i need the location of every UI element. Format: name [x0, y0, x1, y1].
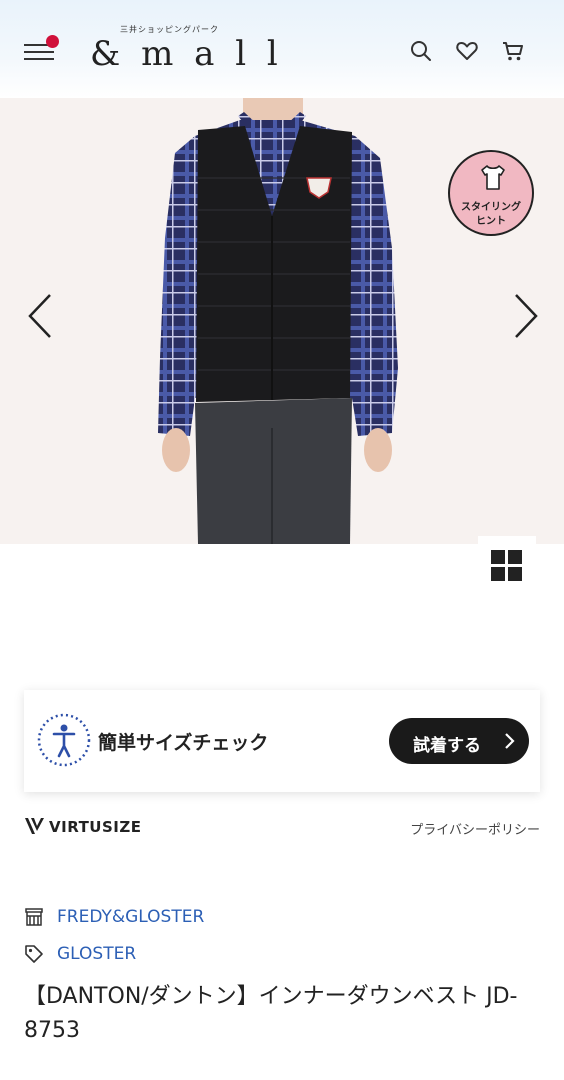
- menu-button[interactable]: [24, 35, 59, 64]
- cart-button[interactable]: [500, 38, 526, 64]
- product-title: 【DANTON/ダントン】インナーダウンベスト JD-8753: [24, 984, 518, 1043]
- tag-icon: [25, 945, 43, 963]
- next-image-button[interactable]: [510, 293, 540, 339]
- search-button[interactable]: [408, 38, 434, 64]
- menu-icon-bar: [24, 51, 54, 53]
- try-on-button[interactable]: 試着する: [389, 718, 529, 764]
- notification-dot: [46, 35, 59, 48]
- cart-icon: [503, 42, 523, 61]
- virtusize-brand: VIRTUSIZE: [49, 818, 142, 836]
- size-check-card: 簡単サイズチェック 試着する: [24, 690, 540, 792]
- shop-name: FREDY&GLOSTER: [57, 907, 205, 927]
- try-on-label: 試着する: [413, 736, 481, 756]
- shop-icon: [25, 908, 43, 926]
- styling-hint-label: ヒント: [476, 216, 506, 227]
- chevron-left-icon: [28, 294, 51, 338]
- chevron-right-icon: [515, 294, 538, 338]
- search-icon: [411, 41, 431, 61]
- heart-icon: [456, 42, 478, 60]
- site-header: 三井ショッピングパーク & m a l l: [0, 0, 564, 98]
- brand-name: GLOSTER: [57, 944, 137, 964]
- logo-text: & m a l l: [90, 34, 283, 74]
- chevron-right-icon: [505, 733, 515, 749]
- site-logo[interactable]: 三井ショッピングパーク & m a l l: [90, 22, 278, 74]
- size-check-label: 簡単サイズチェック: [98, 732, 269, 754]
- body-size-icon: [37, 713, 91, 767]
- previous-image-button[interactable]: [26, 293, 56, 339]
- favorites-button[interactable]: [454, 38, 480, 64]
- styling-hint-label: スタイリング: [461, 202, 521, 213]
- virtusize-icon: [25, 818, 44, 834]
- tshirt-icon: [481, 165, 505, 190]
- product-image-gallery[interactable]: スタイリング ヒント: [0, 98, 564, 544]
- menu-icon-bar: [24, 58, 54, 60]
- styling-hint-button[interactable]: スタイリング ヒント: [448, 150, 534, 236]
- grid-view-button[interactable]: [478, 536, 536, 592]
- privacy-policy-link[interactable]: プライバシーポリシー: [410, 819, 540, 838]
